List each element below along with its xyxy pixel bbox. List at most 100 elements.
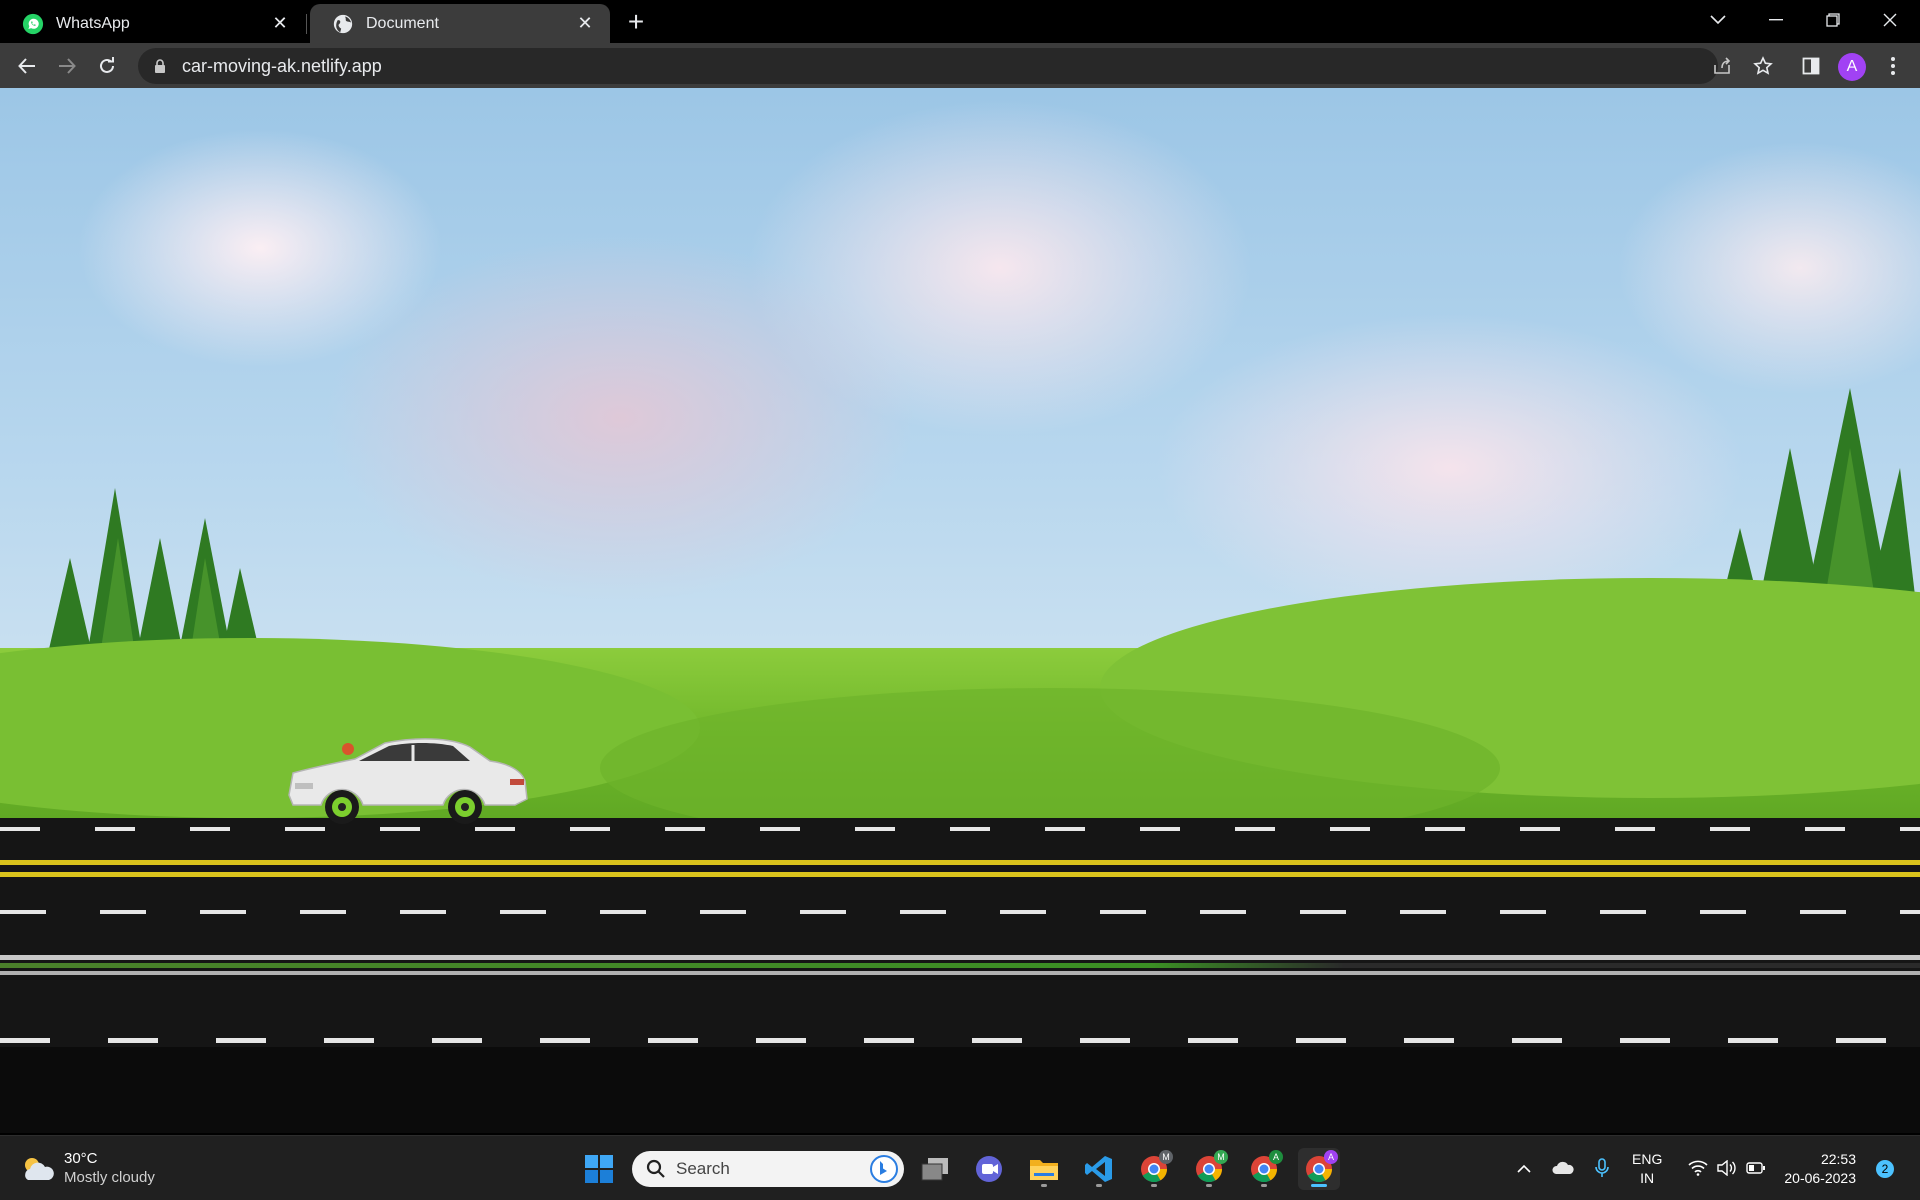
onedrive-button[interactable] — [1550, 1154, 1576, 1182]
lane-dash-line — [0, 910, 1920, 914]
bookmark-button[interactable] — [1748, 51, 1778, 81]
language-code: ENG — [1632, 1151, 1663, 1167]
share-button[interactable] — [1707, 51, 1737, 81]
windows-icon — [585, 1155, 613, 1183]
tab-strip: WhatsApp ✕ Document ✕ + — [0, 0, 1920, 43]
task-view-icon — [921, 1158, 948, 1181]
search-placeholder: Search — [676, 1159, 730, 1178]
clock[interactable]: 22:53 20-06-2023 — [1784, 1150, 1856, 1188]
language-indicator[interactable]: ENG IN — [1632, 1150, 1662, 1188]
reload-button[interactable] — [90, 49, 124, 83]
cloud-icon — [1552, 1161, 1574, 1174]
lock-icon[interactable] — [152, 58, 168, 74]
running-indicator — [1041, 1184, 1047, 1187]
lane-dash-line — [0, 1038, 1920, 1043]
side-panel-icon — [1802, 57, 1820, 75]
profile-badge: M — [1214, 1150, 1228, 1164]
show-hidden-icons-button[interactable] — [1512, 1154, 1536, 1182]
share-icon — [1714, 57, 1731, 74]
minimize-icon — [1769, 19, 1783, 21]
browser-toolbar: car-moving-ak.netlify.app — [0, 43, 1920, 88]
page-viewport — [0, 88, 1920, 1133]
folder-icon — [1030, 1160, 1058, 1180]
volume-button[interactable] — [1714, 1154, 1740, 1182]
arrow-left-icon — [18, 58, 35, 74]
restore-icon — [1826, 13, 1840, 27]
running-indicator — [1096, 1184, 1102, 1187]
tab-document[interactable]: Document ✕ — [310, 4, 610, 43]
taskbar: 30°C Mostly cloudy Search M M A A ENG IN… — [0, 1135, 1920, 1200]
tab-divider — [306, 14, 307, 34]
car-image — [288, 738, 528, 824]
battery-button[interactable] — [1743, 1154, 1769, 1182]
page-bottom-strip — [0, 1047, 1920, 1133]
chrome-profile-button[interactable]: M — [1133, 1148, 1175, 1190]
close-icon — [1883, 13, 1897, 27]
restore-button[interactable] — [1805, 0, 1861, 40]
median-line — [0, 971, 1920, 975]
menu-button[interactable] — [1878, 51, 1908, 81]
wifi-button[interactable] — [1685, 1154, 1711, 1182]
tab-whatsapp[interactable]: WhatsApp ✕ — [0, 4, 305, 43]
notification-badge[interactable]: 2 — [1876, 1160, 1894, 1178]
minimize-button[interactable] — [1748, 0, 1804, 40]
close-window-button[interactable] — [1862, 0, 1918, 40]
cloud-sun-icon — [25, 1158, 54, 1180]
chrome-profile-button[interactable]: A — [1298, 1148, 1340, 1190]
profile-badge: A — [1324, 1150, 1338, 1164]
volume-icon — [1717, 1160, 1736, 1176]
wifi-icon — [1688, 1160, 1708, 1176]
chevron-down-icon — [1710, 15, 1726, 25]
lane-dash-line — [0, 827, 1920, 831]
arrow-right-icon — [59, 58, 76, 74]
region-code: IN — [1640, 1170, 1655, 1186]
running-indicator — [1261, 1184, 1267, 1187]
vscode-button[interactable] — [1078, 1148, 1120, 1190]
star-icon — [1753, 56, 1773, 75]
globe-icon — [333, 14, 353, 33]
profile-avatar[interactable]: A — [1838, 53, 1866, 81]
tab-title: Document — [366, 14, 439, 32]
teams-chat-button[interactable] — [968, 1148, 1010, 1190]
yellow-line — [0, 860, 1920, 865]
tab-search-button[interactable] — [1690, 0, 1746, 40]
clock-time: 22:53 — [1820, 1151, 1856, 1167]
forward-button[interactable] — [50, 49, 84, 83]
chat-icon — [976, 1156, 1002, 1182]
running-indicator — [1206, 1184, 1212, 1187]
clock-date: 20-06-2023 — [1784, 1170, 1856, 1186]
close-icon[interactable]: ✕ — [574, 13, 596, 35]
close-icon[interactable]: ✕ — [269, 13, 291, 35]
microphone-button[interactable] — [1590, 1154, 1614, 1182]
task-view-button[interactable] — [914, 1148, 956, 1190]
microphone-icon — [1595, 1158, 1609, 1177]
address-bar[interactable]: car-moving-ak.netlify.app — [138, 48, 1718, 84]
reload-icon — [100, 57, 114, 73]
search-icon — [646, 1159, 665, 1178]
whatsapp-icon — [22, 13, 44, 34]
active-indicator — [1311, 1184, 1327, 1187]
new-tab-button[interactable]: + — [620, 6, 652, 38]
start-button[interactable] — [578, 1148, 620, 1190]
yellow-line — [0, 872, 1920, 877]
url-text[interactable]: car-moving-ak.netlify.app — [182, 56, 382, 77]
chevron-up-icon — [1517, 1164, 1531, 1173]
profile-badge: M — [1159, 1150, 1173, 1164]
back-button[interactable] — [10, 49, 44, 83]
chrome-profile-button[interactable]: A — [1243, 1148, 1285, 1190]
battery-icon — [1746, 1162, 1765, 1174]
file-explorer-button[interactable] — [1023, 1148, 1065, 1190]
chrome-profile-button[interactable]: M — [1188, 1148, 1230, 1190]
profile-badge: A — [1269, 1150, 1283, 1164]
tab-title: WhatsApp — [56, 14, 130, 32]
weather-condition: Mostly cloudy — [64, 1169, 155, 1186]
taskbar-search[interactable]: Search — [632, 1151, 904, 1187]
side-panel-button[interactable] — [1796, 51, 1826, 81]
weather-temperature: 30°C — [64, 1150, 98, 1167]
median-line — [0, 955, 1920, 960]
more-vertical-icon — [1891, 57, 1895, 75]
weather-widget[interactable]: 30°C Mostly cloudy — [20, 1150, 155, 1188]
bing-icon[interactable] — [870, 1155, 898, 1183]
vscode-icon — [1085, 1156, 1112, 1182]
running-indicator — [1151, 1184, 1157, 1187]
